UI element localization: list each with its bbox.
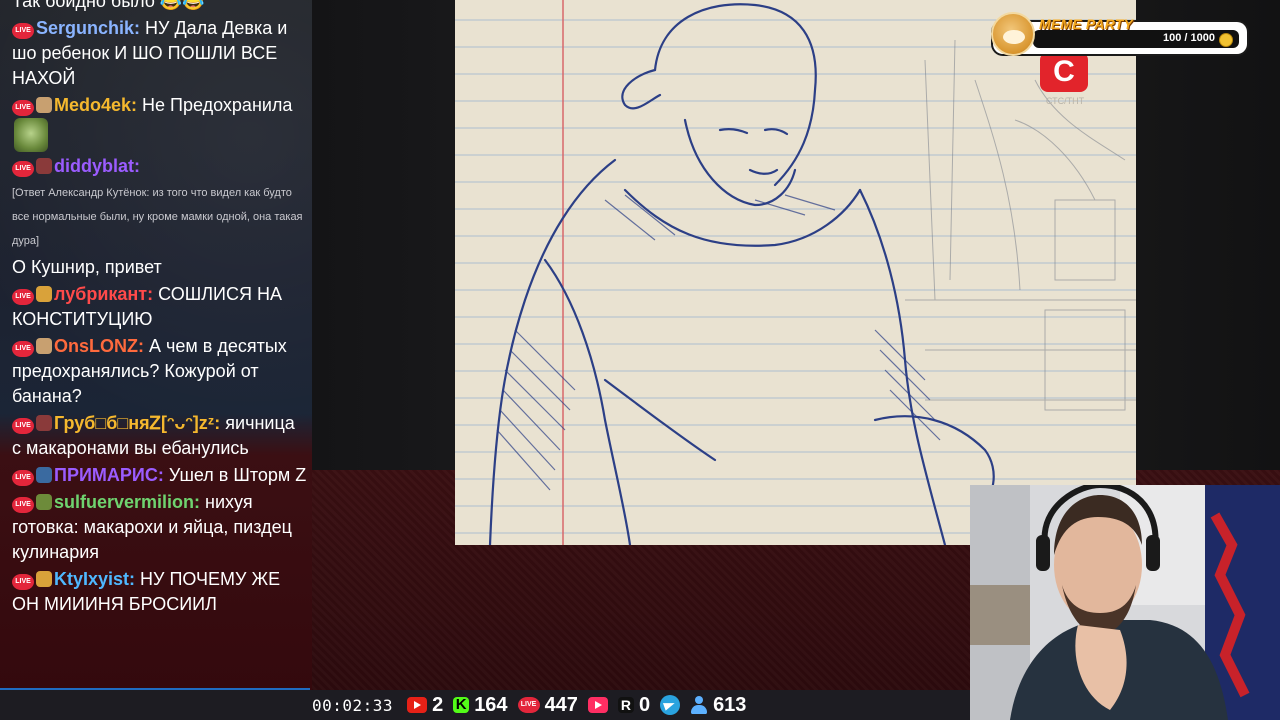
chat-message: LIVE KtyIxyist: НУ ПОЧЕМУ ЖЕ ОН МИИИНЯ БР… xyxy=(12,567,308,617)
youtube-stat: 2 xyxy=(407,694,443,717)
live-icon: LIVE xyxy=(517,697,540,713)
webcam-feed xyxy=(970,485,1280,720)
rutube-icon: R xyxy=(617,697,634,713)
chat-nick[interactable]: лубрикант xyxy=(54,284,147,304)
telegram-icon xyxy=(660,695,681,715)
chat-text: [Ответ Александр Кутёнок: из того что ви… xyxy=(12,187,303,247)
user-icon xyxy=(690,696,708,714)
live-badge-icon: LIVE xyxy=(12,23,34,39)
chat-nick[interactable]: Medo4ek xyxy=(54,95,131,115)
user-badge-icon xyxy=(36,571,52,587)
live-badge-icon: LIVE xyxy=(12,470,34,486)
meme-progress-bar: 100 / 1000 xyxy=(1033,30,1239,48)
live-badge-icon: LIVE xyxy=(12,341,34,357)
chat-nick-separator: : xyxy=(194,492,206,512)
video-sketch-frame xyxy=(455,0,1136,545)
chat-message: Так бойдно было 😂😂 xyxy=(12,0,308,14)
rutube-stat: R 0 xyxy=(617,693,651,717)
chat-message-list: Так бойдно было 😂😂 LIVE Sergunchik: НУ Дал… xyxy=(12,0,308,619)
stream-timer: 00:02:33 xyxy=(312,695,394,715)
chat-message: LIVE sulfuervermilion: нихуя готовка: мак… xyxy=(12,490,308,565)
vkplay-stat xyxy=(587,697,608,713)
user-badge-icon xyxy=(36,338,52,354)
telegram-stat xyxy=(660,695,681,715)
channel-logo-caption: СТС/ТНТ xyxy=(1045,96,1085,106)
chat-text: Не Предохранила xyxy=(142,95,293,115)
user-badge-icon xyxy=(36,158,52,174)
chat-nick[interactable]: Sergunchik xyxy=(36,18,134,38)
sketch-drawing xyxy=(455,0,1136,545)
chat-nick-separator: : xyxy=(147,284,159,304)
kick-stat: K 164 xyxy=(453,693,508,717)
chat-nick-separator: : xyxy=(129,569,141,589)
chat-nick-separator: : xyxy=(157,465,169,485)
chat-nick[interactable]: OnsLONZ xyxy=(54,336,138,356)
live-stat: LIVE 447 xyxy=(517,693,578,717)
chat-nick-separator: : xyxy=(134,18,146,38)
meme-progress-text: 100 / 1000 xyxy=(1163,32,1215,44)
live-badge-icon: LIVE xyxy=(12,100,34,116)
live-badge-icon: LIVE xyxy=(12,289,34,305)
streamer-webcam xyxy=(970,485,1280,720)
vkplay-icon xyxy=(587,697,608,713)
chat-message: LIVE OnsLONZ: А чем в десятых предохранял… xyxy=(12,334,308,409)
live-count: 447 xyxy=(544,693,578,716)
stream-layout: С СТС/ТНТ 100 / 1000 MEME PARTY Так бойд… xyxy=(0,0,1280,720)
youtube-count: 2 xyxy=(432,693,444,716)
live-badge-icon: LIVE xyxy=(12,497,34,513)
chat-text: Так бойдно было 😂😂 xyxy=(12,0,205,11)
chat-message: LIVE Sergunchik: НУ Дала Девка и шо ребен… xyxy=(12,16,308,91)
live-badge-icon: LIVE xyxy=(12,418,34,434)
pepe-emote-icon xyxy=(14,118,48,152)
kick-icon: K xyxy=(453,697,470,713)
meme-party-title: MEME PARTY xyxy=(1039,16,1134,32)
chat-message: [Ответ Александр Кутёнок: из того что ви… xyxy=(12,181,308,253)
chat-text: Ушел в Шторм Z xyxy=(168,465,307,485)
chat-text: О Кушнир, привет xyxy=(12,257,162,277)
viewers-stat: 613 xyxy=(690,694,746,717)
chat-nick-separator: : xyxy=(131,95,143,115)
youtube-icon xyxy=(407,697,428,713)
chat-message: LIVE лубрикант: СОШЛИСЯ НА КОНСТИТУЦИЮ xyxy=(12,282,308,332)
channel-logo: С xyxy=(1040,52,1088,92)
live-badge-icon: LIVE xyxy=(12,161,34,177)
chat-message: LIVE Medo4ek: Не Предохранила xyxy=(12,93,308,152)
status-items: 00:02:33 2 K 164 LIVE 447 R 0 613 xyxy=(312,690,746,720)
coin-icon xyxy=(1219,33,1233,47)
chat-nick-separator: : xyxy=(138,336,149,356)
user-badge-icon xyxy=(36,415,52,431)
chat-text: НУ ПОЧЕМУ ЖЕ ОН МИИИНЯ БРОСИИЛ xyxy=(12,569,281,614)
chat-message: LIVE Груб□б□няᏃ[ᵔᴗᵔ]zᶻ: яичница с макарон… xyxy=(12,411,308,461)
chat-nick-separator: : xyxy=(214,413,226,433)
chat-message: LIVE diddyblat: xyxy=(12,154,308,179)
user-badge-icon xyxy=(36,286,52,302)
chat-message: О Кушнир, привет xyxy=(12,255,308,280)
doge-icon xyxy=(991,12,1035,56)
viewer-count: 613 xyxy=(713,693,747,716)
chat-nick[interactable]: sulfuervermilion xyxy=(54,492,194,512)
live-badge-icon: LIVE xyxy=(12,574,34,590)
user-badge-icon xyxy=(36,494,52,510)
rutube-count: 0 xyxy=(638,693,651,716)
chat-nick-separator: : xyxy=(134,156,140,176)
chat-panel: Так бойдно было 😂😂 LIVE Sergunchik: НУ Дал… xyxy=(0,0,312,690)
chat-nick[interactable]: KtyIxyist xyxy=(54,569,129,589)
user-badge-icon xyxy=(36,97,52,113)
kick-count: 164 xyxy=(474,693,508,716)
chat-nick[interactable]: ПРИМАРИС xyxy=(54,465,158,485)
user-badge-icon xyxy=(36,467,52,483)
chat-nick[interactable]: diddyblat xyxy=(54,156,134,176)
chat-nick[interactable]: Груб□б□няᏃ[ᵔᴗᵔ]zᶻ xyxy=(54,413,214,433)
chat-message: LIVE ПРИМАРИС: Ушел в Шторм Z xyxy=(12,463,308,488)
meme-party-widget: 100 / 1000 MEME PARTY xyxy=(991,12,1247,56)
